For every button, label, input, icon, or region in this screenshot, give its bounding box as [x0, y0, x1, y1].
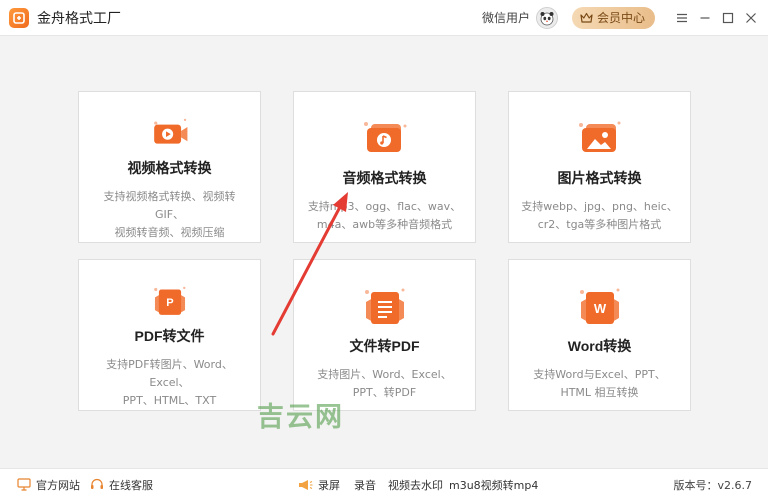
pdf-convert-icon: P: [153, 286, 185, 315]
screen-record-label: 录屏: [318, 478, 340, 492]
close-icon: [746, 12, 756, 23]
online-support-link[interactable]: 在线客服: [90, 469, 153, 500]
user-name[interactable]: 微信用户: [482, 9, 530, 26]
card-desc: 支持webp、jpg、png、heic、 cr2、tga等多种图片格式: [520, 198, 680, 234]
card-title: 文件转PDF: [349, 338, 420, 354]
title-bar: 金舟格式工厂 微信用户 会员中心: [0, 0, 768, 36]
close-button[interactable]: [740, 7, 762, 29]
card-desc-line: HTML 相互转换: [560, 386, 639, 399]
crown-icon: [580, 12, 593, 23]
monitor-icon: [17, 478, 31, 491]
panda-avatar-icon: [540, 11, 554, 25]
card-title: 图片格式转换: [557, 170, 642, 186]
card-word-convert[interactable]: W Word转换 支持Word与Excel、PPT、 HTML 相互转换: [508, 259, 691, 411]
card-desc-line: 支持webp、jpg、png、heic、: [521, 200, 678, 213]
card-image-convert[interactable]: 图片格式转换 支持webp、jpg、png、heic、 cr2、tga等多种图片…: [508, 91, 691, 243]
card-video-convert[interactable]: 视频格式转换 支持视频格式转换、视频转GIF、 视频转音频、视频压缩: [78, 91, 261, 243]
remove-watermark-link[interactable]: 视频去水印: [388, 469, 443, 500]
maximize-button[interactable]: [717, 7, 739, 29]
avatar[interactable]: [535, 6, 558, 29]
card-desc-line: 视频转音频、视频压缩: [114, 226, 225, 239]
m3u8-to-mp4-label: m3u8视频转mp4: [449, 478, 539, 492]
image-convert-icon: [578, 121, 620, 152]
remove-watermark-label: 视频去水印: [388, 478, 443, 492]
video-convert-icon: [153, 118, 187, 144]
version-label: 版本号：v2.6.7: [673, 478, 753, 492]
minimize-button[interactable]: [694, 7, 716, 29]
maximize-icon: [722, 12, 734, 23]
svg-text:W: W: [593, 301, 606, 316]
menu-icon: [677, 13, 687, 22]
app-title: 金舟格式工厂: [37, 10, 121, 27]
official-website-link[interactable]: 官方网站: [17, 469, 80, 500]
card-title: PDF转文件: [134, 328, 205, 344]
card-desc-line: 支持视频格式转换、视频转GIF、: [103, 190, 236, 221]
vip-center-label: 会员中心: [596, 11, 645, 25]
file-to-pdf-icon: [364, 288, 404, 324]
card-audio-convert[interactable]: 音频格式转换 支持mp3、ogg、flac、wav、 m4a、awb等多种音频格…: [293, 91, 476, 243]
card-file-to-pdf[interactable]: 文件转PDF 支持图片、Word、Excel、 PPT、转PDF: [293, 259, 476, 411]
card-desc-line: m4a、awb等多种音频格式: [316, 218, 453, 231]
audio-record-link[interactable]: 录音: [354, 469, 376, 500]
footer-bar: 官方网站 在线客服 录屏 录音 视频去水印 m3u8视频转mp4 版本号：v2.…: [0, 468, 768, 500]
watermark: 吉云网: [257, 402, 344, 433]
card-desc: 支持PDF转图片、Word、Excel、 PPT、HTML、TXT: [90, 356, 250, 410]
card-desc: 支持mp3、ogg、flac、wav、 m4a、awb等多种音频格式: [305, 198, 465, 234]
audio-convert-icon: [363, 122, 406, 152]
card-pdf-convert[interactable]: P PDF转文件 支持PDF转图片、Word、Excel、 PPT、HTML、T…: [78, 259, 261, 411]
card-desc-line: 支持mp3、ogg、flac、wav、: [307, 200, 462, 213]
m3u8-to-mp4-link[interactable]: m3u8视频转mp4: [449, 469, 538, 500]
card-desc-line: PPT、HTML、TXT: [122, 394, 217, 407]
feature-grid: 视频格式转换 支持视频格式转换、视频转GIF、 视频转音频、视频压缩 音频格式转…: [78, 91, 691, 411]
official-website-label: 官方网站: [36, 478, 80, 492]
card-title: 音频格式转换: [342, 170, 427, 186]
screen-record-link[interactable]: 录屏: [297, 469, 340, 500]
app-logo-icon: [9, 7, 29, 28]
audio-record-label: 录音: [354, 478, 376, 492]
card-desc-line: cr2、tga等多种图片格式: [537, 218, 662, 231]
megaphone-icon: [299, 479, 313, 490]
card-title: 视频格式转换: [127, 160, 212, 176]
card-desc: 支持视频格式转换、视频转GIF、 视频转音频、视频压缩: [90, 188, 250, 242]
card-desc-line: 支持Word与Excel、PPT、: [533, 368, 666, 381]
headset-icon: [91, 478, 103, 489]
card-desc: 支持Word与Excel、PPT、 HTML 相互转换: [520, 366, 680, 402]
card-title: Word转换: [567, 338, 632, 354]
menu-button[interactable]: [671, 7, 693, 29]
minimize-icon: [700, 16, 710, 19]
word-convert-icon: W: [579, 288, 619, 324]
svg-text:P: P: [166, 297, 174, 309]
card-desc-line: 支持图片、Word、Excel、: [317, 368, 452, 381]
online-support-label: 在线客服: [109, 478, 153, 492]
card-desc-line: 支持PDF转图片、Word、Excel、: [106, 358, 233, 389]
vip-center-button[interactable]: 会员中心: [571, 6, 655, 29]
